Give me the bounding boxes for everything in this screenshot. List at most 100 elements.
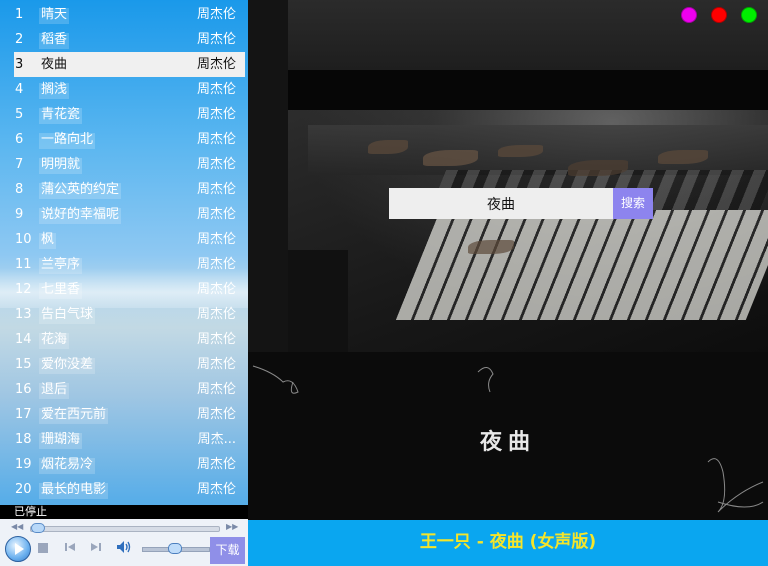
search-button[interactable]: 搜索 — [613, 188, 653, 219]
song-num: 7 — [15, 157, 24, 172]
playlist-row[interactable]: 13 告白气球 周杰伦 — [0, 302, 248, 327]
playlist-row[interactable]: 6 一路向北 周杰伦 — [0, 127, 248, 152]
song-title: 蒲公英的约定 — [41, 182, 120, 197]
playlist-row[interactable]: 5 青花瓷 周杰伦 — [0, 102, 248, 127]
player-status: 已停止 — [14, 505, 47, 518]
playlist-row[interactable]: 3 夜曲 周杰伦 — [14, 52, 245, 77]
rewind-icon[interactable]: ◀◀ — [11, 522, 23, 531]
song-num: 8 — [15, 182, 24, 197]
playlist-row[interactable]: 18 珊瑚海 周杰... — [0, 427, 248, 452]
song-title: 花海 — [41, 332, 68, 347]
song-num: 9 — [15, 207, 24, 222]
playlist-row[interactable]: 19 烟花易冷 周杰伦 — [0, 452, 248, 477]
song-title: 说好的幸福呢 — [41, 207, 120, 222]
playlist-row[interactable]: 4 搁浅 周杰伦 — [0, 77, 248, 102]
song-title: 退后 — [41, 382, 68, 397]
playlist-row[interactable]: 15 爱你没差 周杰伦 — [0, 352, 248, 377]
search-input[interactable] — [389, 188, 613, 219]
playlist-row[interactable]: 1 晴天 周杰伦 — [0, 2, 248, 27]
song-num: 11 — [15, 257, 32, 272]
play-button[interactable] — [5, 536, 31, 562]
album-background-image — [248, 0, 768, 352]
song-num: 16 — [15, 382, 32, 397]
song-num: 18 — [15, 432, 32, 447]
song-title: 枫 — [41, 232, 55, 247]
song-artist: 周杰伦 — [196, 207, 236, 222]
song-num: 15 — [15, 357, 32, 372]
song-title: 爱在西元前 — [41, 407, 107, 422]
volume-icon[interactable] — [116, 540, 132, 554]
song-list[interactable]: 1 晴天 周杰伦 2 稻香 周杰伦 3 夜曲 周杰伦 4 搁浅 周杰伦 5 青花瓷 周杰伦 6 一路向北 周杰伦 7… — [0, 2, 248, 502]
song-title: 最长的电影 — [41, 482, 107, 497]
now-playing-text: 王一只 - 夜曲 (女声版) — [419, 532, 597, 552]
song-num: 2 — [15, 32, 24, 47]
playlist-row[interactable]: 12 七里香 周杰伦 — [0, 277, 248, 302]
song-artist: 周杰伦 — [196, 257, 236, 272]
playlist-row[interactable]: 14 花海 周杰伦 — [0, 327, 248, 352]
song-title: 一路向北 — [41, 132, 94, 147]
song-num: 1 — [15, 7, 24, 22]
song-artist: 周杰伦 — [196, 107, 236, 122]
seek-bar[interactable] — [30, 526, 220, 532]
song-artist: 周杰伦 — [196, 382, 236, 397]
seek-knob[interactable] — [31, 523, 45, 533]
song-title: 兰亭序 — [41, 257, 81, 272]
playlist-row[interactable]: 2 稻香 周杰伦 — [0, 27, 248, 52]
song-title: 烟花易冷 — [41, 457, 94, 472]
fast-forward-icon[interactable]: ▶▶ — [226, 522, 238, 531]
song-artist: 周杰... — [197, 432, 236, 447]
song-artist: 周杰伦 — [196, 307, 236, 322]
minimize-button[interactable] — [681, 7, 697, 23]
playlist-row[interactable]: 7 明明就 周杰伦 — [0, 152, 248, 177]
song-artist: 周杰伦 — [196, 357, 236, 372]
song-artist: 周杰伦 — [196, 182, 236, 197]
song-artist: 周杰伦 — [196, 157, 236, 172]
song-title: 搁浅 — [41, 82, 68, 97]
playlist-row[interactable]: 17 爱在西元前 周杰伦 — [0, 402, 248, 427]
previous-icon[interactable] — [64, 541, 76, 553]
main-view: 夜曲 王一只 - 夜曲 (女声版) 搜索 — [248, 0, 768, 566]
volume-knob[interactable] — [168, 543, 182, 554]
song-num: 17 — [15, 407, 32, 422]
song-artist: 周杰伦 — [196, 482, 236, 497]
song-num: 3 — [15, 57, 24, 72]
download-button[interactable]: 下载 — [210, 537, 245, 564]
maximize-button[interactable] — [741, 7, 757, 23]
song-title: 夜曲 — [41, 57, 68, 72]
song-title: 稻香 — [41, 32, 68, 47]
song-num: 4 — [15, 82, 24, 97]
song-artist: 周杰伦 — [196, 57, 236, 72]
media-player: ◀◀ ▶▶ 下载 — [0, 519, 248, 566]
cover-title: 夜曲 — [479, 429, 536, 455]
song-artist: 周杰伦 — [196, 132, 236, 147]
song-num: 6 — [15, 132, 24, 147]
song-title: 明明就 — [41, 157, 81, 172]
playlist-row[interactable]: 10 枫 周杰伦 — [0, 227, 248, 252]
playlist-row[interactable]: 8 蒲公英的约定 周杰伦 — [0, 177, 248, 202]
song-artist: 周杰伦 — [196, 332, 236, 347]
playlist-row[interactable]: 20 最长的电影 周杰伦 — [0, 477, 248, 502]
song-title: 爱你没差 — [41, 357, 94, 372]
now-playing-bar: 王一只 - 夜曲 (女声版) — [248, 520, 768, 566]
song-artist: 周杰伦 — [196, 232, 236, 247]
song-num: 20 — [15, 482, 32, 497]
song-num: 14 — [15, 332, 32, 347]
song-title: 青花瓷 — [41, 107, 81, 122]
song-artist: 周杰伦 — [196, 457, 236, 472]
song-artist: 周杰伦 — [196, 282, 236, 297]
song-num: 10 — [15, 232, 32, 247]
next-icon[interactable] — [90, 541, 102, 553]
playlist-row[interactable]: 16 退后 周杰伦 — [0, 377, 248, 402]
song-title: 珊瑚海 — [41, 432, 81, 447]
stop-icon[interactable] — [38, 543, 48, 553]
song-num: 5 — [15, 107, 24, 122]
status-bar: 已停止 — [0, 505, 248, 519]
song-num: 13 — [15, 307, 32, 322]
song-title: 告白气球 — [41, 307, 94, 322]
song-artist: 周杰伦 — [196, 407, 236, 422]
song-artist: 周杰伦 — [196, 82, 236, 97]
playlist-row[interactable]: 11 兰亭序 周杰伦 — [0, 252, 248, 277]
close-button[interactable] — [711, 7, 727, 23]
playlist-row[interactable]: 9 说好的幸福呢 周杰伦 — [0, 202, 248, 227]
song-num: 12 — [15, 282, 32, 297]
